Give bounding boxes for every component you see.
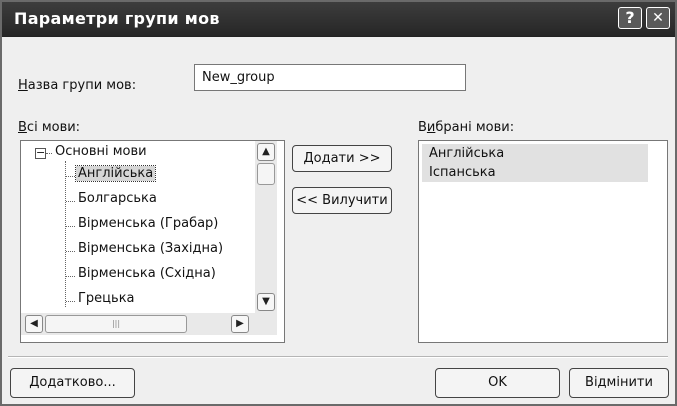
dialog-title: Параметри групи мов bbox=[14, 9, 220, 28]
cancel-button[interactable]: Відмінити bbox=[569, 368, 669, 398]
chosen-languages-label: Вибрані мови: bbox=[418, 120, 515, 135]
all-languages-label: Всі мови: bbox=[18, 120, 81, 135]
chosen-languages-list[interactable]: Англійська Іспанська bbox=[418, 140, 668, 343]
separator bbox=[8, 356, 668, 358]
scroll-down-icon[interactable]: ▼ bbox=[257, 293, 275, 311]
advanced-button[interactable]: Додатково... bbox=[10, 368, 135, 398]
add-button[interactable]: Додати >> bbox=[292, 145, 392, 172]
language-group-dialog: Параметри групи мов ? ✕ Назва групи мов:… bbox=[0, 0, 677, 406]
tree-line bbox=[66, 276, 75, 277]
tree-item-english[interactable]: Англійська bbox=[74, 165, 157, 182]
tree-item-armenian-eastern[interactable]: Вірменська (Східна) bbox=[78, 266, 216, 281]
tree-line bbox=[66, 251, 75, 252]
scroll-right-icon[interactable]: ▶ bbox=[231, 315, 249, 333]
group-name-label: Назва групи мов: bbox=[18, 78, 137, 93]
title-bar[interactable]: Параметри групи мов ? ✕ bbox=[2, 2, 675, 37]
tree-line bbox=[66, 301, 75, 302]
horizontal-scroll-thumb[interactable]: ||| bbox=[45, 315, 187, 333]
scroll-left-icon[interactable]: ◀ bbox=[25, 315, 43, 333]
tree-line bbox=[66, 226, 75, 227]
ok-button[interactable]: OK bbox=[435, 368, 560, 398]
group-name-value: New_group bbox=[202, 70, 275, 85]
remove-button[interactable]: << Вилучити bbox=[292, 187, 392, 214]
tree-item-armenian-grabar[interactable]: Вірменська (Грабар) bbox=[78, 216, 218, 231]
help-icon[interactable]: ? bbox=[618, 7, 642, 29]
chosen-item-english[interactable]: Англійська bbox=[422, 144, 648, 163]
chosen-item-spanish[interactable]: Іспанська bbox=[422, 163, 648, 182]
group-name-label-rest: азва групи мов: bbox=[27, 78, 137, 93]
vertical-scrollbar[interactable]: ▲ ▼ bbox=[255, 141, 277, 313]
tree-item-greek[interactable]: Грецька bbox=[78, 291, 135, 306]
tree-line bbox=[46, 153, 52, 154]
tree-root[interactable]: Основні мови bbox=[55, 144, 147, 159]
close-icon[interactable]: ✕ bbox=[646, 7, 670, 29]
group-name-field[interactable]: New_group bbox=[194, 64, 466, 91]
all-languages-tree[interactable]: − Основні мови Англійська Болгарська Вір… bbox=[20, 140, 285, 343]
tree-item-armenian-western[interactable]: Вірменська (Західна) bbox=[78, 241, 223, 256]
tree-line bbox=[65, 161, 66, 307]
collapse-icon[interactable]: − bbox=[35, 147, 46, 159]
tree-line bbox=[66, 201, 75, 202]
tree-item-bulgarian[interactable]: Болгарська bbox=[78, 191, 157, 206]
scroll-up-icon[interactable]: ▲ bbox=[257, 143, 275, 161]
vertical-scroll-thumb[interactable] bbox=[257, 163, 275, 185]
horizontal-scrollbar[interactable]: ◀ ||| ▶ bbox=[21, 313, 277, 335]
tree-line bbox=[66, 176, 75, 177]
